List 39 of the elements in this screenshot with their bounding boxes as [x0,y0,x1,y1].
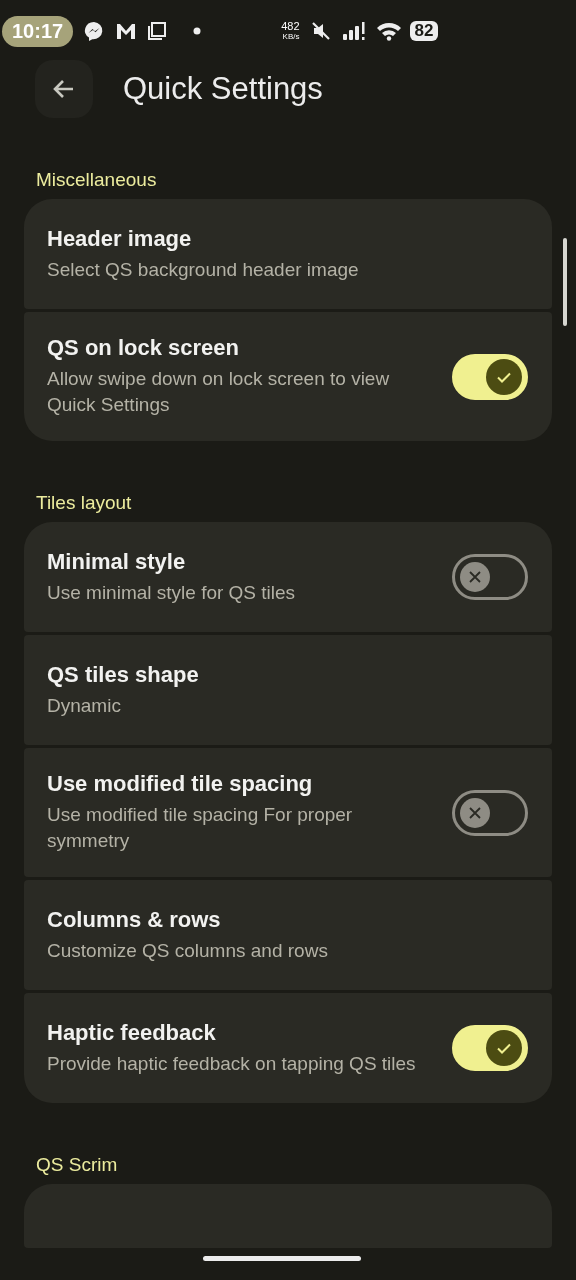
settings-item[interactable]: Haptic feedback Provide haptic feedback on tapping QS tiles [24,993,552,1103]
settings-item[interactable]: Minimal style Use minimal style for QS tiles [24,522,552,632]
settings-item[interactable]: Columns & rows Customize QS columns and rows [24,880,552,990]
item-subtitle: Customize QS columns and rows [47,938,329,963]
toggle-switch[interactable] [452,554,528,600]
mute-icon [309,20,332,42]
item-subtitle: Select QS background header image [47,257,360,282]
dot-icon [193,27,202,35]
wifi-icon [375,21,402,41]
close-icon [467,569,483,585]
settings-item[interactable]: QS on lock screen Allow swipe down on lock screen to view Quick Settings [24,312,552,441]
section-header: Miscellaneous [35,168,158,192]
item-title: Header image [47,225,193,252]
settings-item[interactable]: Use modified tile spacing Use modified tile spacing For proper symmetry [24,748,552,877]
back-button[interactable] [35,60,93,118]
section-header: Tiles layout [35,491,133,515]
mail-icon [115,22,138,40]
section-header: QS Scrim [35,1153,119,1177]
signal-icon [341,21,366,41]
item-subtitle: Dynamic [47,693,122,718]
network-speed: 482 KB/s [281,21,300,41]
item-subtitle: Allow swipe down on lock screen to view Quick Settings [47,367,391,417]
item-title: Minimal style [47,548,187,575]
toggle-switch[interactable] [452,789,528,836]
close-icon [467,804,483,821]
item-subtitle: Provide haptic feedback on tapping QS tiles [47,1051,417,1076]
item-title: Haptic feedback [47,1019,217,1046]
page-title: Quick Settings [123,71,323,107]
settings-item[interactable]: Header image Select QS background header image [24,199,552,309]
settings-item[interactable]: QS tiles shape Dynamic [24,635,552,745]
item-title: Use modified tile spacing [47,771,314,797]
item-title: Columns & rows [47,906,222,933]
item-subtitle: Use minimal style for QS tiles [47,580,297,605]
item-subtitle: Use modified tile spacing For proper symmetry [47,803,354,853]
copy-icon [147,21,168,41]
battery-level: 82 [409,21,439,41]
clock-time: 10:17 [2,15,74,47]
item-title: QS tiles shape [47,661,200,688]
item-title: QS on lock screen [47,335,240,361]
